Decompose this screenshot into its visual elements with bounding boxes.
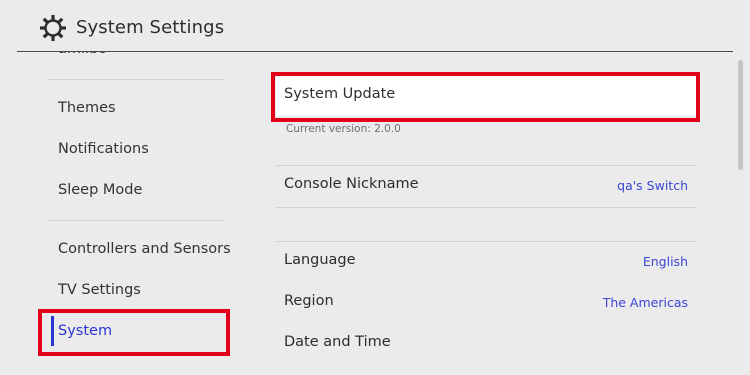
content-divider	[276, 207, 696, 208]
current-version-text: Current version: 2.0.0	[286, 123, 401, 135]
language-row[interactable]: Language English	[276, 242, 696, 282]
date-and-time-label: Date and Time	[284, 334, 391, 350]
sidebar-item-amiibo[interactable]: amiibo	[58, 52, 107, 57]
sidebar-divider	[48, 220, 224, 221]
scrollbar[interactable]	[738, 60, 743, 365]
page-title: System Settings	[76, 17, 225, 38]
console-nickname-row[interactable]: Console Nickname qa's Switch	[276, 166, 696, 206]
selection-indicator	[51, 316, 54, 346]
sidebar-item-tv-settings[interactable]: TV Settings	[58, 282, 141, 298]
sidebar-item-notifications[interactable]: Notifications	[58, 141, 149, 157]
console-nickname-value: qa's Switch	[617, 178, 688, 193]
header-divider	[17, 51, 733, 52]
language-label: Language	[284, 252, 356, 268]
sidebar-item-system[interactable]: System	[58, 323, 112, 339]
system-update-row[interactable]: System Update	[276, 76, 696, 116]
language-value: English	[642, 254, 688, 269]
sidebar-item-sleep-mode[interactable]: Sleep Mode	[58, 182, 142, 198]
sidebar-item-controllers-and-sensors[interactable]: Controllers and Sensors	[58, 241, 231, 257]
region-row[interactable]: Region The Americas	[276, 283, 696, 323]
sidebar-item-themes[interactable]: Themes	[58, 100, 116, 116]
sidebar-divider	[48, 79, 224, 80]
scrollbar-thumb[interactable]	[738, 60, 743, 170]
region-value: The Americas	[602, 295, 688, 310]
settings-panel: System Update Current version: 2.0.0 Con…	[240, 52, 730, 375]
console-nickname-label: Console Nickname	[284, 176, 419, 192]
header-bar: System Settings	[0, 0, 750, 52]
sidebar: amiibo Themes Notifications Sleep Mode C…	[0, 52, 240, 375]
system-update-label: System Update	[284, 86, 396, 102]
region-label: Region	[284, 293, 334, 309]
date-and-time-row[interactable]: Date and Time	[276, 324, 696, 364]
gear-icon	[40, 15, 66, 41]
